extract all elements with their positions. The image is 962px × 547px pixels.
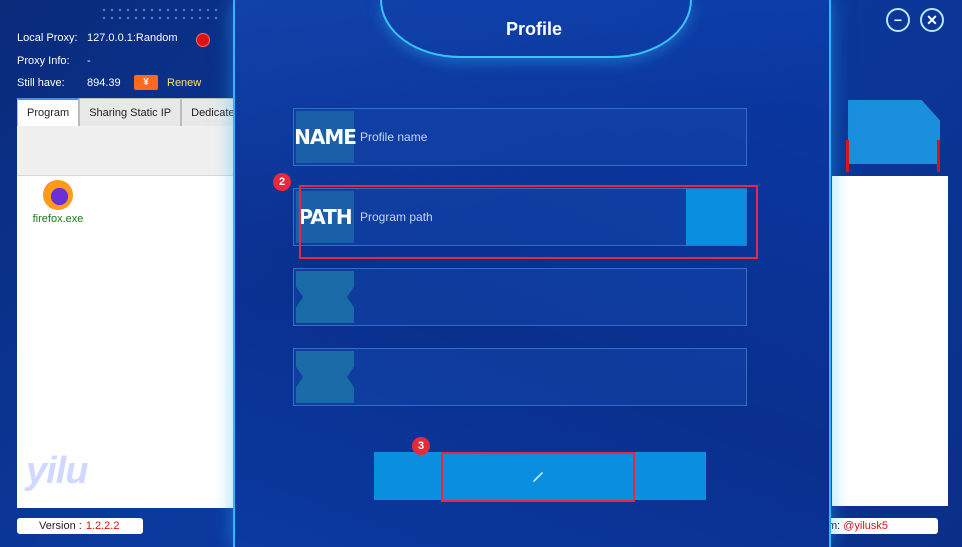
edit-icon bbox=[533, 472, 543, 482]
local-proxy-value: 127.0.0.1:Random bbox=[87, 32, 178, 44]
proxy-info-label: Proxy Info: bbox=[17, 55, 70, 67]
program-tabs: Program Sharing Static IP Dedicated bbox=[17, 98, 251, 126]
path-tag: PATH bbox=[296, 191, 354, 243]
tag-shape bbox=[296, 271, 354, 323]
firefox-icon bbox=[43, 180, 73, 210]
name-tag: NAME bbox=[294, 111, 357, 163]
window-close-button[interactable]: ✕ bbox=[920, 8, 944, 32]
version-label: Version : bbox=[39, 520, 82, 532]
still-have-value: 894.39 bbox=[87, 77, 121, 89]
proxy-status-indicator bbox=[196, 33, 210, 47]
browse-path-button[interactable] bbox=[686, 189, 746, 245]
minimize-button[interactable]: − bbox=[886, 8, 910, 32]
program-item-label: firefox.exe bbox=[32, 213, 84, 225]
right-panel-marker bbox=[846, 140, 849, 172]
field-4-tag bbox=[296, 351, 354, 403]
field-row-4 bbox=[293, 348, 747, 406]
step-2-badge: 2 bbox=[273, 173, 291, 191]
program-path-input[interactable] bbox=[360, 207, 680, 227]
contact-handle[interactable]: @yilusk5 bbox=[843, 520, 888, 532]
tab-program[interactable]: Program bbox=[17, 98, 80, 126]
program-toolbar bbox=[17, 126, 233, 176]
right-panel-list bbox=[832, 176, 948, 506]
proxy-info-row: Proxy Info: - bbox=[17, 55, 91, 67]
proxy-info-value: - bbox=[87, 55, 91, 67]
contact-bar: m: @yilusk5 bbox=[820, 518, 938, 534]
field-3-input[interactable] bbox=[360, 287, 680, 307]
local-proxy-row: Local Proxy: 127.0.0.1:Random bbox=[17, 32, 178, 44]
local-proxy-label: Local Proxy: bbox=[17, 32, 78, 44]
field-4-input[interactable] bbox=[360, 367, 680, 387]
right-panel-marker bbox=[937, 140, 940, 172]
yilu-logo: yilu bbox=[26, 450, 88, 492]
version-bar: Version :1.2.2.2 bbox=[17, 518, 143, 534]
still-have-label: Still have: bbox=[17, 77, 65, 89]
program-item-firefox[interactable]: firefox.exe bbox=[29, 180, 87, 225]
field-row-3 bbox=[293, 268, 747, 326]
profile-name-row: NAME bbox=[293, 108, 747, 166]
field-3-tag bbox=[296, 271, 354, 323]
profile-dialog: Profile NAME 2 PATH 3 bbox=[233, 0, 831, 547]
step-3-badge: 3 bbox=[412, 437, 430, 455]
balance-row: Still have: 894.39 bbox=[17, 77, 121, 89]
right-panel-button[interactable] bbox=[848, 100, 940, 164]
dialog-title: Profile bbox=[505, 19, 562, 39]
tab-sharing-static-ip[interactable]: Sharing Static IP bbox=[79, 98, 182, 126]
confirm-button[interactable] bbox=[441, 452, 635, 502]
program-path-row: PATH bbox=[293, 188, 747, 246]
tag-shape bbox=[296, 351, 354, 403]
yen-icon[interactable]: ¥ bbox=[134, 75, 158, 90]
profile-name-input[interactable] bbox=[360, 127, 680, 147]
renew-link[interactable]: Renew bbox=[167, 77, 201, 89]
decorative-dots bbox=[100, 6, 220, 22]
version-value: 1.2.2.2 bbox=[85, 520, 120, 532]
